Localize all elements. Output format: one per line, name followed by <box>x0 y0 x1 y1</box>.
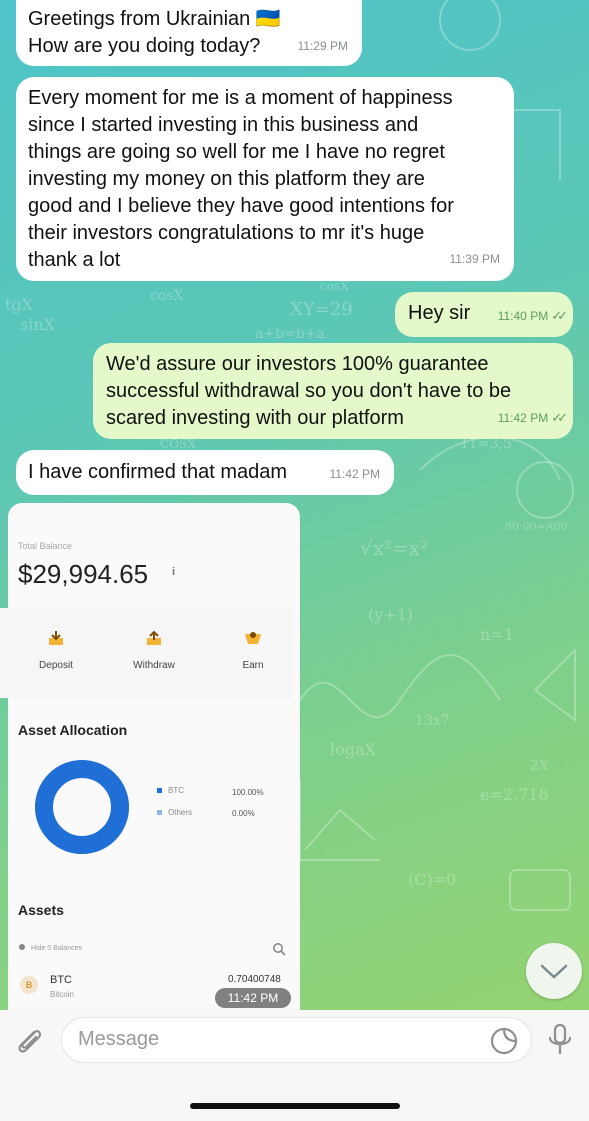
doodle-text: XY=29 <box>290 299 353 320</box>
doodle-text: logaX <box>330 740 377 759</box>
doodle-text: a+b=b+a <box>255 326 325 342</box>
hide-zero-toggle: Hide 0 Balances <box>19 944 82 952</box>
info-icon: i <box>172 566 176 578</box>
doodle-text: 13x7 <box>415 713 450 729</box>
doodle-text: cosX <box>150 288 183 304</box>
asset-symbol: BTC <box>50 974 72 986</box>
doodle-text: (y+1) <box>368 605 413 624</box>
deposit-action: Deposit <box>16 630 96 671</box>
total-balance-label: Total Balance <box>18 541 73 551</box>
doodle-text: cosX <box>320 279 349 293</box>
message-time: 11:40 PM ✓✓ <box>497 308 568 323</box>
outgoing-message[interactable]: Hey sir 11:40 PM ✓✓ <box>395 292 573 337</box>
balance-amount: $29,994.65 <box>18 559 149 589</box>
doodle-text: 2X <box>530 758 549 774</box>
earn-label: Earn <box>242 660 264 671</box>
asset-amount: 0.70400748 <box>228 974 281 985</box>
allocation-donut <box>35 760 129 854</box>
microphone-icon[interactable] <box>543 1022 577 1058</box>
read-receipt-icon: ✓✓ <box>551 410 568 425</box>
search-icon <box>273 943 286 956</box>
legend-others: Others <box>157 808 192 817</box>
message-text: Every moment for me is a moment of happi… <box>28 87 454 271</box>
read-receipt-icon: ✓✓ <box>551 308 568 323</box>
asset-allocation-title: Asset Allocation <box>18 722 128 738</box>
assets-title: Assets <box>18 902 64 918</box>
incoming-message[interactable]: I have confirmed that madam 11:42 PM <box>16 450 394 495</box>
incoming-message[interactable]: Every moment for me is a moment of happi… <box>16 77 514 281</box>
message-time: 11:42 PM ✓✓ <box>497 410 568 425</box>
withdraw-label: Withdraw <box>133 660 175 671</box>
withdraw-icon <box>147 630 161 645</box>
asset-name: Bitcoin <box>50 990 75 999</box>
message-time: 11:39 PM <box>449 252 500 266</box>
deposit-label: Deposit <box>39 660 73 671</box>
earn-icon <box>245 632 261 644</box>
message-text: We'd assure our investors 100% guarantee… <box>106 353 512 429</box>
message-text: I have confirmed that madam <box>28 461 288 483</box>
doodle-text: 80·00=A00 <box>505 520 568 533</box>
donut-slice-btc <box>35 760 129 854</box>
earn-action: Earn <box>213 630 293 671</box>
deposit-icon <box>49 631 63 645</box>
image-time: 11:42 PM <box>215 988 291 1008</box>
doodle-text: COSX <box>160 437 196 451</box>
radio-icon <box>19 944 25 950</box>
home-indicator <box>190 1103 400 1109</box>
doodle-text: e=2,718 <box>480 785 549 804</box>
incoming-message[interactable]: Greetings from Ukrainian 🇺🇦 How are you … <box>16 0 362 66</box>
paperclip-icon[interactable] <box>12 1024 46 1058</box>
bitcoin-icon: B <box>20 976 38 994</box>
doodle-text: (C)=0 <box>408 870 456 889</box>
others-percent: 0.00% <box>232 809 255 818</box>
outgoing-message[interactable]: We'd assure our investors 100% guarantee… <box>93 343 573 439</box>
doodle-text: √x²=x² <box>360 536 428 560</box>
chevron-down-icon <box>540 964 568 979</box>
withdraw-action: Withdraw <box>114 630 194 671</box>
doodle-text: n=1 <box>480 625 514 644</box>
btc-percent: 100.00% <box>232 788 264 797</box>
message-time: 11:29 PM <box>297 39 348 53</box>
scroll-down-button[interactable] <box>526 943 582 999</box>
message-placeholder: Message <box>78 1028 160 1050</box>
doodle-text: sinX <box>20 315 56 334</box>
sticker-icon[interactable] <box>488 1025 520 1057</box>
doodle-text: tgX <box>5 295 34 314</box>
legend-btc: BTC <box>157 786 184 795</box>
message-time: 11:42 PM <box>329 467 380 481</box>
